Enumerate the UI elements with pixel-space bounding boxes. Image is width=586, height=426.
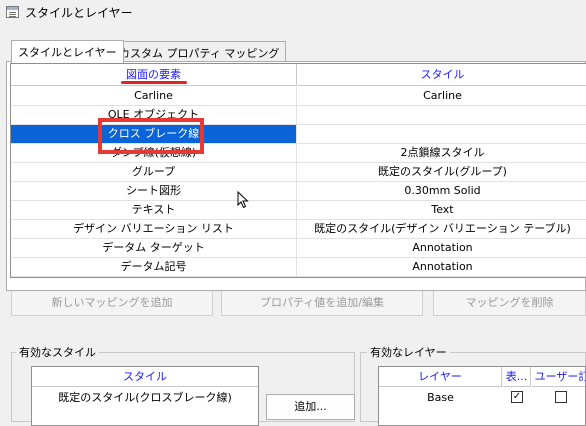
- element-cell: シート図形: [11, 182, 297, 200]
- style-cell: 既定のスタイル(デザイン バリエーション テーブル): [314, 222, 571, 235]
- style-cell: Annotation: [412, 260, 473, 273]
- valid-styles-label: 有効なスタイル: [16, 344, 99, 360]
- table-row[interactable]: デザイン バリエーション リスト 既定のスタイル(デザイン バリエーション テー…: [11, 220, 586, 239]
- tab-styles-and-layers[interactable]: スタイルとレイヤー: [11, 40, 124, 63]
- valid-layers-label: 有効なレイヤー: [367, 344, 450, 360]
- table-row[interactable]: Carline Carline: [11, 87, 586, 106]
- style-cell: Carline: [423, 89, 462, 102]
- column-header-display[interactable]: 表...: [503, 367, 531, 387]
- style-cell: 2点鎖線スタイル: [400, 146, 485, 159]
- table-row[interactable]: データム ターゲット Annotation: [11, 239, 586, 258]
- add-mapping-button[interactable]: 新しいマッピングを追加: [11, 289, 213, 316]
- title-bar: スタイルとレイヤー: [0, 0, 586, 26]
- table-row[interactable]: シート図形 0.30mm Solid: [11, 182, 586, 201]
- element-cell: データム記号: [11, 258, 297, 276]
- user-checkbox[interactable]: [555, 391, 567, 403]
- add-style-button[interactable]: 追加...: [266, 394, 355, 420]
- delete-mapping-button[interactable]: マッピングを削除: [433, 289, 586, 316]
- column-header-style[interactable]: スタイル: [298, 64, 586, 86]
- mapping-grid[interactable]: 図面の要素 スタイル Carline Carline OLE オブジェクト クロ…: [10, 63, 586, 278]
- style-cell: 既定のスタイル(グループ): [378, 165, 507, 178]
- element-cell: グループ: [11, 163, 297, 181]
- element-cell: Carline: [11, 87, 297, 105]
- list-item[interactable]: 既定のスタイル(クロスブレーク線): [32, 388, 258, 407]
- style-cell: Annotation: [412, 241, 473, 254]
- table-row[interactable]: グループ 既定のスタイル(グループ): [11, 163, 586, 182]
- valid-styles-list[interactable]: スタイル 既定のスタイル(クロスブレーク線): [31, 366, 259, 426]
- element-cell: テキスト: [11, 201, 297, 219]
- style-cell: 0.30mm Solid: [404, 184, 481, 197]
- valid-layers-list[interactable]: レイヤー 表... ユーザー訂 Base ✓: [378, 366, 586, 426]
- column-header-layer[interactable]: レイヤー: [379, 367, 502, 387]
- dialog-icon: [6, 6, 19, 18]
- tab-custom-property-mapping[interactable]: カスタム プロパティ マッピング: [112, 41, 287, 62]
- table-row[interactable]: データム記号 Annotation: [11, 258, 586, 277]
- column-header-style[interactable]: スタイル: [32, 367, 258, 387]
- column-header-user[interactable]: ユーザー訂: [532, 367, 585, 387]
- style-cell: [298, 106, 586, 124]
- layer-name-cell[interactable]: Base: [379, 388, 502, 407]
- table-row[interactable]: テキスト Text: [11, 201, 586, 220]
- annotation-highlight-box: [98, 118, 204, 154]
- annotation-underline: [121, 81, 187, 84]
- display-checkbox[interactable]: ✓: [511, 391, 523, 403]
- window-title: スタイルとレイヤー: [25, 6, 133, 20]
- element-cell: データム ターゲット: [11, 239, 297, 257]
- style-cell: Text: [431, 203, 454, 216]
- style-cell: 既定のスタイル(クロスブレーク線) ▽: [298, 125, 586, 143]
- mouse-cursor-icon: [237, 191, 249, 209]
- element-cell: デザイン バリエーション リスト: [11, 220, 297, 238]
- add-edit-property-button[interactable]: プロパティ値を追加/編集: [221, 289, 423, 316]
